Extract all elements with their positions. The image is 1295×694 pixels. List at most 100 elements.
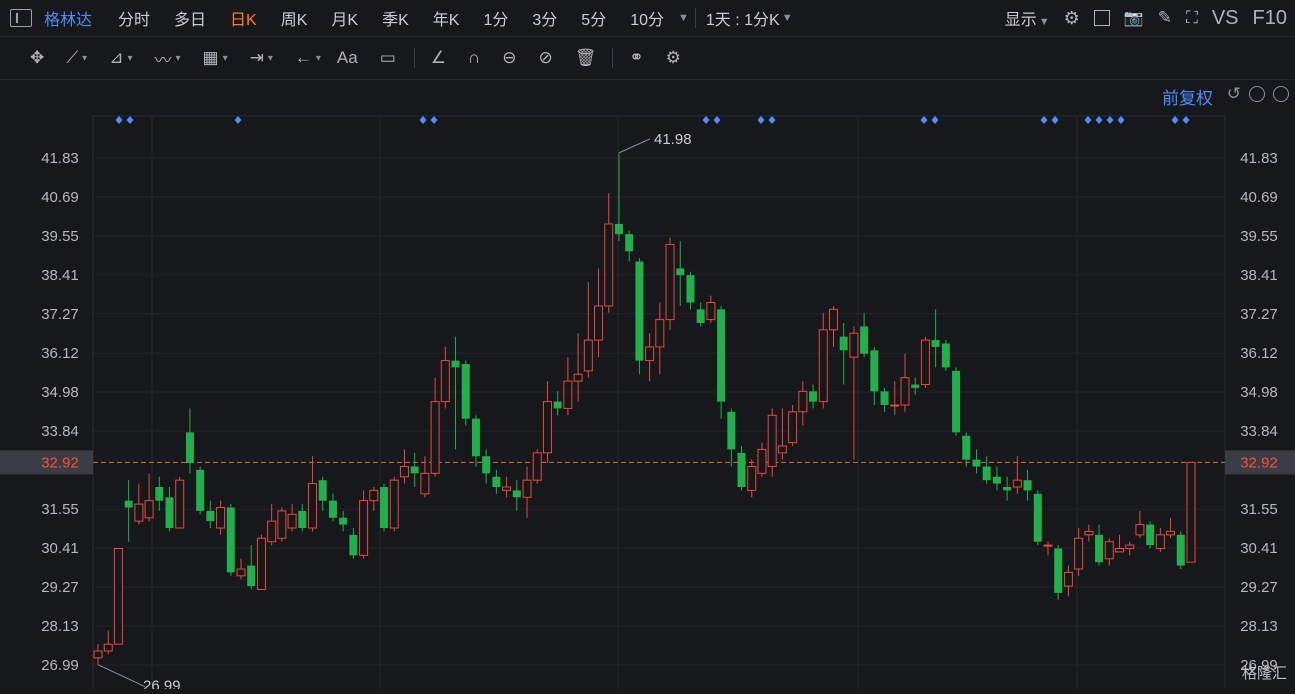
tab-zhouk[interactable]: 周K [269,6,320,30]
period-chevron-icon[interactable]: ▼ [782,12,793,24]
candle-body-up [920,339,930,386]
candle-body-down [1176,534,1185,566]
undo-icon[interactable]: ↺ [1227,85,1241,102]
tab-niank[interactable]: 年K [421,6,472,30]
candle-body-down [492,476,501,488]
candle-body-down [962,435,971,460]
price-tick-right: 39.55 [1240,228,1278,245]
candle-body-up [369,489,379,502]
drawing-toolbar: ✥ ⟋ ▾ ⊿ ▾ 〰 ▾ ▦ ▾ ⇥ ▾ ← ▾ Aa ▭ ∠ ∩ ⊖ ⊘ 🗑 ⚭ ⚙ [0,37,1295,80]
tab-rik[interactable]: 日K [218,6,269,30]
settings-icon[interactable]: ⚙ [1064,8,1080,29]
candle-body-down [155,487,164,501]
tab-yuek[interactable]: 月K [319,6,370,30]
tab-10min[interactable]: 10分 [618,6,676,30]
more-tabs-chevron-icon[interactable]: ▼ [678,12,689,24]
candle-body-up [399,466,409,478]
ruler-icon[interactable]: ∠ [431,48,446,68]
event-marker-icon [126,116,134,124]
event-marker-icon [419,116,427,124]
f10-button[interactable]: F10 [1253,7,1287,30]
candle-body-down [727,411,736,450]
period-dropdown[interactable]: 1天 : 1分K [706,6,780,30]
candle-body-down [614,223,623,235]
price-tick-right: 38.41 [1240,267,1278,284]
price-tick-right: 29.27 [1240,579,1278,596]
candle-body-up [93,650,103,659]
price-tick-right: 31.55 [1240,501,1278,518]
candle-body-up [216,507,226,529]
comment-icon[interactable]: ▭ [380,48,396,68]
candle-body-up [1043,544,1053,547]
candle-body-down [247,565,256,587]
candle-body-down [298,510,307,529]
candle-body-down [1054,548,1063,593]
price-tick-right: 41.83 [1240,150,1278,167]
eye-link-icon[interactable]: ⊖ [502,48,516,68]
kline-svg[interactable]: 41.83 41.83 40.69 40.69 39.55 39.55 38.41 38.41… [0,80,1295,694]
fib-icon[interactable]: ▦ ▾ [203,48,228,68]
trash-icon[interactable]: 🗑 [575,48,597,68]
link-icon[interactable]: ⚭ [629,48,643,68]
price-tick-left: 30.41 [41,540,79,557]
stock-name[interactable]: 格林达 [44,6,92,30]
event-marker-icon [702,116,710,124]
price-tick-left: 36.12 [41,345,79,362]
settings-icon[interactable]: ⚙ [666,48,681,68]
candle-body-down [1033,493,1042,542]
candle-body-up [604,223,614,307]
candle-body-up [522,479,532,498]
top-tab-bar: 格林达 分时 多日 日K 周K 月K 季K 年K 1分 3分 5分 10分 ▼ … [0,0,1295,37]
candle-body-up [1012,479,1022,488]
candle-body-down [461,364,470,419]
candle-body-up [1125,544,1135,549]
sidebar-toggle-icon[interactable] [10,9,32,27]
range-icon[interactable]: ⇥ ▾ [250,48,273,68]
low-annotation-label: 26.99 [143,678,181,689]
candle-body-up [113,547,123,645]
candle-body-down [972,459,981,467]
zoom-in-icon[interactable] [1273,86,1289,102]
divider [694,8,696,28]
display-dropdown[interactable]: 显示 ▼ [1005,6,1050,30]
price-tick-right: 40.69 [1240,189,1278,206]
candle-body-up [308,483,318,529]
eye-off-icon[interactable]: ⊘ [538,48,552,68]
kline-chart[interactable]: 41.83 41.83 40.69 40.69 39.55 39.55 38.41 38.41… [0,80,1295,694]
magnet-icon[interactable]: ∩ [468,48,480,68]
price-tick-left: 37.27 [41,306,79,323]
candle-body-up [767,414,777,468]
price-tick-left: 39.55 [41,228,79,245]
candle-body-up [389,479,399,529]
pencil-icon[interactable]: ✎ [1158,8,1172,28]
tab-jik[interactable]: 季K [370,6,421,30]
polyline-icon[interactable]: ⊿ ▾ [109,48,132,68]
candle-body-up [1063,571,1073,587]
layout-icon[interactable] [1093,10,1110,26]
tab-5min[interactable]: 5分 [569,6,618,30]
arrow-icon[interactable]: ← ▾ [295,48,321,68]
candle-body-down [941,343,950,368]
adjust-mode-button[interactable]: 前复权 [1162,84,1213,109]
event-marker-icon [920,116,928,124]
candle-body-up [532,452,542,481]
fullscreen-icon[interactable]: ⛶ [1186,8,1198,28]
zoom-out-icon[interactable] [1249,86,1265,102]
event-marker-icon [713,116,721,124]
price-tick-left: 34.98 [41,384,79,401]
tab-3min[interactable]: 3分 [520,6,569,30]
move-icon[interactable]: ✥ [30,48,44,68]
camera-icon[interactable]: 📷 [1124,8,1144,28]
candle-body-up [175,479,185,529]
text-icon[interactable]: Aa [337,48,358,68]
tab-fenshi[interactable]: 分时 [106,6,162,30]
candle-body-down [1095,534,1104,563]
candle-body-down [451,360,460,368]
current-price-label-right: 32.92 [1240,454,1278,471]
vs-button[interactable]: VS [1212,7,1239,30]
candle-body-down [196,469,205,511]
tab-1min[interactable]: 1分 [471,6,520,30]
line-icon[interactable]: ⟋ ▾ [66,48,87,68]
tab-duori[interactable]: 多日 [162,6,218,30]
wave-icon[interactable]: 〰 ▾ [154,46,180,71]
